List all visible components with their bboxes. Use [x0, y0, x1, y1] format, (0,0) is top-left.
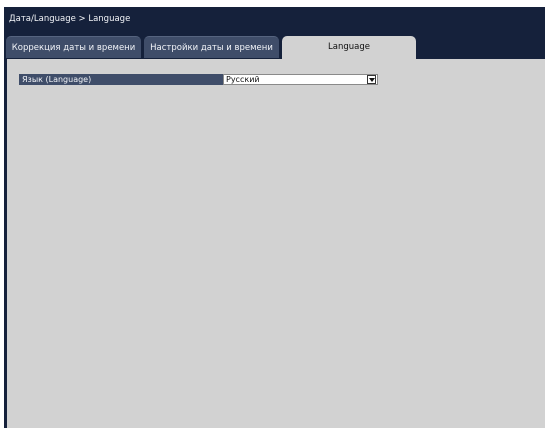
settings-window: Дата/Language > Language Коррекция даты …	[4, 7, 545, 428]
language-select-value: Русский	[226, 75, 260, 84]
dropdown-arrow-icon[interactable]	[367, 75, 376, 84]
tab-bar: Коррекция даты и времени Настройки даты …	[4, 36, 545, 59]
tab-language[interactable]: Language	[282, 36, 416, 59]
tab-date-time-correction[interactable]: Коррекция даты и времени	[6, 36, 141, 58]
language-label: Язык (Language)	[19, 74, 223, 85]
language-panel: Язык (Language) Русский	[7, 59, 545, 428]
tab-date-time-settings[interactable]: Настройки даты и времени	[144, 36, 279, 58]
language-select[interactable]: Русский	[223, 74, 378, 85]
breadcrumb: Дата/Language > Language	[9, 14, 131, 24]
